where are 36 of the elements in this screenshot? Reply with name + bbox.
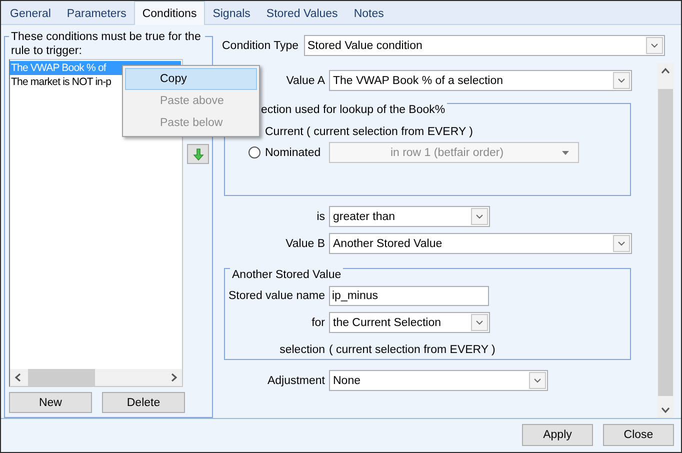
button[interactable]: Close	[603, 424, 674, 446]
dropdown[interactable]: greater than	[329, 206, 490, 227]
tab[interactable]: General	[2, 2, 59, 24]
tab[interactable]: Signals	[204, 2, 258, 24]
tab[interactable]: Conditions	[134, 1, 205, 25]
dropdown[interactable]: None	[329, 370, 548, 391]
scrollbar-thumb[interactable]	[658, 89, 673, 396]
tab[interactable]: Stored Values	[258, 2, 346, 24]
radio-label: Nominated	[265, 146, 322, 158]
horizontal-scrollbar[interactable]	[10, 369, 182, 386]
dropdown[interactable]: Stored Value condition	[304, 35, 665, 56]
tab[interactable]: Parameters	[58, 2, 134, 24]
dropdown[interactable]: Another Stored Value	[329, 233, 632, 254]
field-label: Value B	[284, 238, 326, 250]
button[interactable]: New	[9, 392, 92, 413]
text-field[interactable]: ip_minus	[329, 286, 489, 306]
dropdown[interactable]: the Current Selection	[329, 312, 490, 333]
tab[interactable]: Notes	[346, 2, 392, 24]
radio-label: Current ( current selection from EVERY )	[265, 126, 473, 138]
dropdown[interactable]: The VWAP Book % of a selection	[329, 70, 632, 91]
button[interactable]: Apply	[522, 424, 593, 446]
scrollbar-thumb[interactable]	[28, 369, 95, 386]
field-label: is	[316, 210, 326, 222]
field-label: Value A	[285, 74, 326, 86]
group-label: These conditions must be true for the rule to trigger:	[9, 30, 205, 58]
field-value: ( current selection from EVERY )	[329, 344, 496, 356]
field-label: Condition Type	[222, 40, 299, 52]
button[interactable]: Delete	[102, 392, 185, 413]
vertical-scrollbar[interactable]	[657, 63, 674, 418]
field-label: selection	[278, 344, 326, 356]
group-label: ection used for lookup of the Book%	[259, 103, 448, 117]
field-label: Adjustment	[266, 374, 326, 386]
menu-item[interactable]: Copy	[125, 68, 257, 90]
field-label: Stored value name	[227, 290, 326, 302]
list-item[interactable]: The market is NOT in-p	[10, 75, 112, 89]
field-label: for	[310, 316, 326, 328]
